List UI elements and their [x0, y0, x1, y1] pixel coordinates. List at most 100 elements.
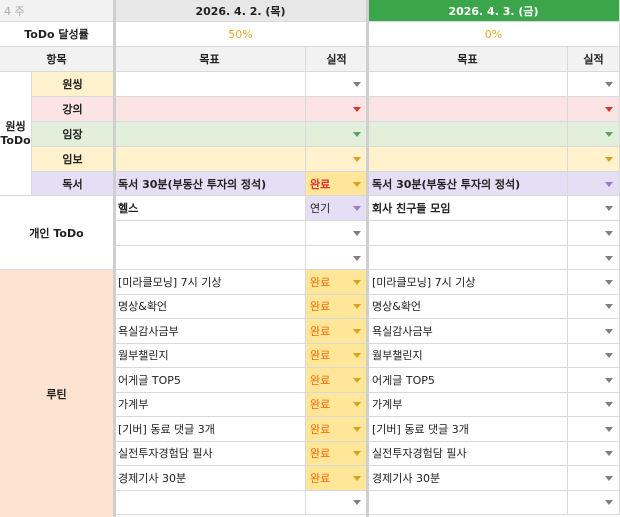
routine-goal-day1[interactable]: 가계부: [114, 392, 306, 417]
goal-cell[interactable]: [368, 147, 568, 172]
chevron-down-icon[interactable]: [605, 353, 613, 359]
routine-result-day1[interactable]: 완료: [306, 368, 368, 393]
goal-cell[interactable]: [368, 122, 568, 147]
chevron-down-icon[interactable]: [605, 157, 613, 162]
routine-goal-day1[interactable]: 실전투자경험담 필사: [114, 441, 306, 466]
chevron-down-icon[interactable]: [353, 475, 361, 481]
chevron-down-icon[interactable]: [605, 132, 613, 137]
routine-result-day2[interactable]: [568, 392, 620, 417]
routine-goal-day2[interactable]: 월부챌린지: [368, 343, 568, 368]
result-dropdown[interactable]: [306, 122, 368, 147]
routine-goal-day1[interactable]: 경제기사 30분: [114, 466, 306, 491]
result-dropdown[interactable]: [568, 221, 620, 246]
chevron-down-icon[interactable]: [353, 132, 361, 137]
chevron-down-icon[interactable]: [605, 475, 613, 481]
chevron-down-icon[interactable]: [605, 231, 613, 236]
routine-goal-day2[interactable]: 가계부: [368, 392, 568, 417]
chevron-down-icon[interactable]: [605, 107, 613, 112]
routine-result-day1[interactable]: 완료: [306, 270, 368, 295]
chevron-down-icon[interactable]: [353, 451, 361, 457]
chevron-down-icon[interactable]: [605, 451, 613, 457]
routine-result-day2[interactable]: [568, 490, 620, 515]
chevron-down-icon[interactable]: [605, 377, 613, 383]
result-dropdown[interactable]: [568, 97, 620, 122]
result-dropdown[interactable]: [306, 246, 368, 270]
routine-goal-day1[interactable]: [114, 490, 306, 515]
reading-goal-day2[interactable]: 독서 30분(부동산 투자의 정석): [368, 172, 568, 196]
result-dropdown[interactable]: [568, 72, 620, 97]
routine-goal-day2[interactable]: 경제기사 30분: [368, 466, 568, 491]
result-dropdown[interactable]: [568, 147, 620, 172]
reading-goal-day1[interactable]: 독서 30분(부동산 투자의 정석): [114, 172, 306, 196]
chevron-down-icon[interactable]: [353, 157, 361, 162]
goal-cell[interactable]: [114, 246, 306, 270]
routine-result-day2[interactable]: [568, 368, 620, 393]
routine-goal-day2[interactable]: 욕실감사금부: [368, 319, 568, 344]
routine-goal-day2[interactable]: [기버] 동료 댓글 3개: [368, 417, 568, 442]
routine-result-day2[interactable]: [568, 441, 620, 466]
goal-cell[interactable]: [114, 97, 306, 122]
routine-result-day2[interactable]: [568, 417, 620, 442]
chevron-down-icon[interactable]: [353, 181, 361, 187]
routine-goal-day1[interactable]: [기버] 동료 댓글 3개: [114, 417, 306, 442]
chevron-down-icon[interactable]: [353, 279, 361, 285]
routine-result-day2[interactable]: [568, 343, 620, 368]
chevron-down-icon[interactable]: [353, 231, 361, 236]
personal-goal-day1[interactable]: 헬스: [114, 196, 306, 221]
goal-cell[interactable]: [368, 97, 568, 122]
chevron-down-icon[interactable]: [353, 426, 361, 432]
goal-cell[interactable]: [368, 72, 568, 97]
chevron-down-icon[interactable]: [353, 500, 361, 506]
routine-goal-day1[interactable]: 명상&확언: [114, 294, 306, 319]
chevron-down-icon[interactable]: [353, 82, 361, 87]
chevron-down-icon[interactable]: [605, 402, 613, 408]
routine-result-day1[interactable]: 완료: [306, 417, 368, 442]
routine-goal-day1[interactable]: 어게글 TOP5: [114, 368, 306, 393]
routine-result-day2[interactable]: [568, 466, 620, 491]
chevron-down-icon[interactable]: [605, 206, 613, 211]
routine-result-day1[interactable]: 완료: [306, 319, 368, 344]
chevron-down-icon[interactable]: [605, 426, 613, 432]
chevron-down-icon[interactable]: [353, 353, 361, 359]
goal-cell[interactable]: [114, 147, 306, 172]
chevron-down-icon[interactable]: [353, 377, 361, 383]
chevron-down-icon[interactable]: [605, 500, 613, 506]
routine-goal-day2[interactable]: 명상&확언: [368, 294, 568, 319]
goal-cell[interactable]: [368, 246, 568, 270]
personal-goal-day2[interactable]: 회사 친구들 모임: [368, 196, 568, 221]
chevron-down-icon[interactable]: [605, 279, 613, 285]
chevron-down-icon[interactable]: [353, 402, 361, 408]
goal-cell[interactable]: [114, 122, 306, 147]
result-dropdown[interactable]: [568, 246, 620, 270]
chevron-down-icon[interactable]: [353, 107, 361, 112]
routine-result-day2[interactable]: [568, 294, 620, 319]
routine-result-day1[interactable]: 완료: [306, 466, 368, 491]
routine-goal-day2[interactable]: [368, 490, 568, 515]
routine-goal-day2[interactable]: [미라클모닝] 7시 기상: [368, 270, 568, 295]
result-dropdown[interactable]: [306, 147, 368, 172]
chevron-down-icon[interactable]: [605, 304, 613, 310]
routine-result-day1[interactable]: 완료: [306, 392, 368, 417]
routine-result-day1[interactable]: 완료: [306, 441, 368, 466]
routine-result-day2[interactable]: [568, 319, 620, 344]
goal-cell[interactable]: [114, 72, 306, 97]
chevron-down-icon[interactable]: [353, 328, 361, 334]
chevron-down-icon[interactable]: [605, 328, 613, 334]
result-dropdown[interactable]: [306, 72, 368, 97]
chevron-down-icon[interactable]: [353, 255, 361, 261]
result-dropdown[interactable]: [306, 97, 368, 122]
reading-result-day1[interactable]: 완료: [306, 172, 368, 196]
routine-goal-day1[interactable]: [미라클모닝] 7시 기상: [114, 270, 306, 295]
chevron-down-icon[interactable]: [605, 255, 613, 261]
result-dropdown[interactable]: [568, 172, 620, 196]
chevron-down-icon[interactable]: [605, 181, 613, 187]
routine-result-day1[interactable]: [306, 490, 368, 515]
routine-result-day2[interactable]: [568, 270, 620, 295]
personal-result-day1[interactable]: 연기: [306, 196, 368, 221]
chevron-down-icon[interactable]: [353, 206, 361, 211]
result-dropdown[interactable]: [568, 122, 620, 147]
routine-result-day1[interactable]: 완료: [306, 294, 368, 319]
goal-cell[interactable]: [368, 221, 568, 246]
routine-goal-day2[interactable]: 실전투자경험담 필사: [368, 441, 568, 466]
routine-goal-day2[interactable]: 어게글 TOP5: [368, 368, 568, 393]
